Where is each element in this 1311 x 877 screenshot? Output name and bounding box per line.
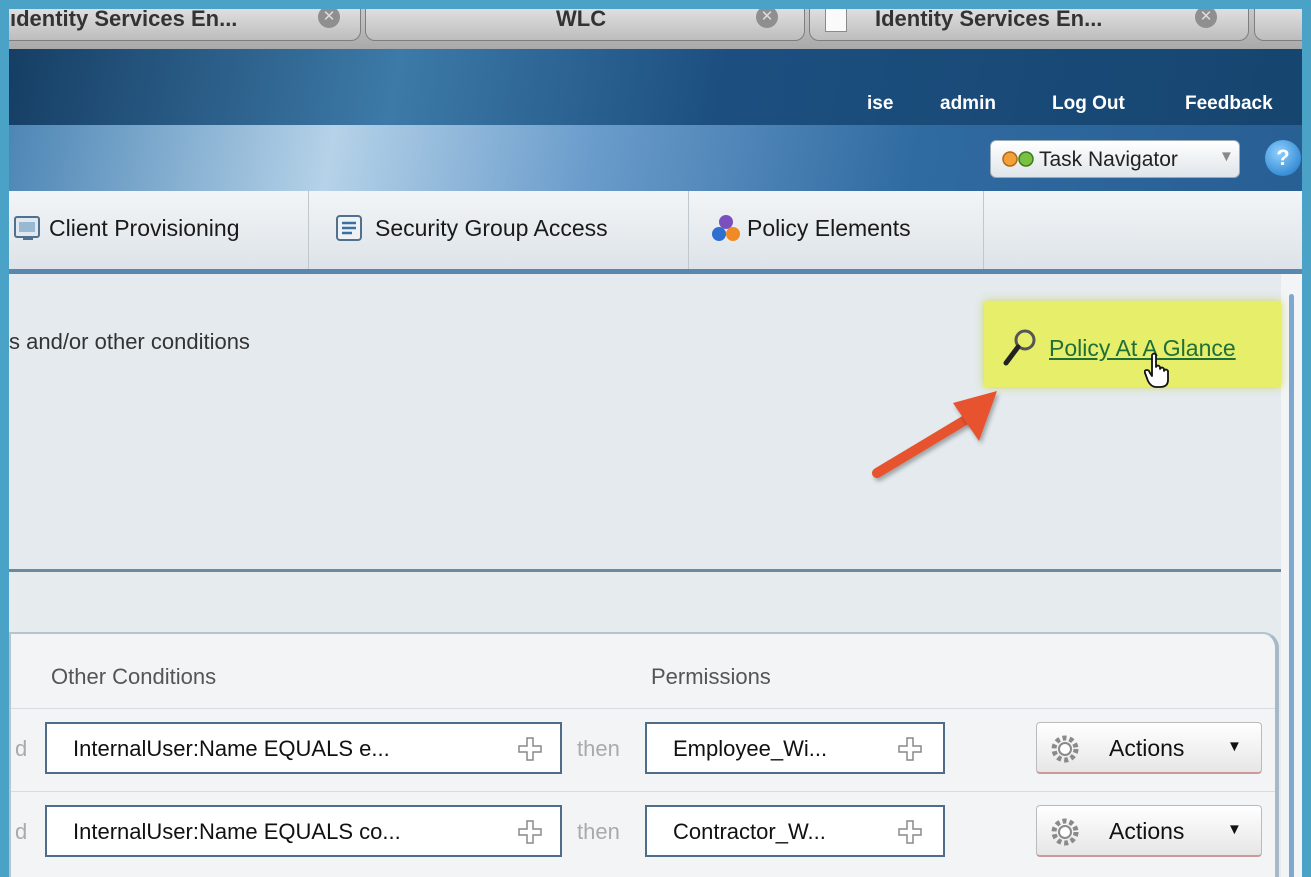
condition-field[interactable]: InternalUser:Name EQUALS co... — [45, 805, 562, 857]
permission-field[interactable]: Contractor_W... — [645, 805, 945, 857]
condition-field[interactable]: InternalUser:Name EQUALS e... — [45, 722, 562, 774]
logout-link[interactable]: Log Out — [1052, 93, 1125, 115]
condition-value: InternalUser:Name EQUALS co... — [73, 819, 401, 844]
gear-icon — [1051, 735, 1079, 763]
row-prefix: d — [15, 736, 28, 761]
add-permission-icon[interactable] — [897, 736, 923, 762]
hand-cursor-icon — [1144, 352, 1169, 388]
host-name-label: ise — [867, 93, 894, 114]
tab-security-group-access[interactable]: Security Group Access — [309, 191, 689, 269]
tab-label: Client Provisioning — [49, 215, 240, 241]
actions-button[interactable]: Actions ▼ — [1036, 805, 1262, 857]
policy-at-a-glance-highlight: Policy At A Glance — [984, 301, 1281, 388]
vertical-scrollbar[interactable] — [1281, 274, 1302, 877]
close-tab-icon[interactable]: ✕ — [318, 9, 340, 28]
page-description: s and/or other conditions — [9, 329, 250, 354]
scrollbar-track[interactable] — [1289, 294, 1294, 877]
permission-value: Contractor_W... — [673, 819, 826, 844]
browser-tab-4[interactable] — [1254, 9, 1302, 41]
add-permission-icon[interactable] — [897, 819, 923, 845]
policy-table: Other Conditions Permissions d InternalU… — [9, 632, 1279, 877]
gear-icon — [1051, 818, 1079, 846]
client-provisioning-icon — [14, 216, 40, 240]
chevron-down-icon: ▼ — [1227, 821, 1242, 838]
task-navigator-icon — [1002, 151, 1034, 167]
browser-tab-title: Identity Services En... — [875, 9, 1103, 31]
app-header: ise admin Log Out Feedback — [9, 49, 1302, 125]
policy-at-a-glance-link[interactable]: Policy At A Glance — [1049, 335, 1236, 362]
tab-client-provisioning[interactable]: Client Provisioning — [9, 191, 309, 269]
permission-value: Employee_Wi... — [673, 736, 828, 761]
actions-label: Actions — [1109, 735, 1185, 761]
browser-tab-strip: ıdentity Services En... ✕ WLC ✕ Identity… — [9, 9, 1302, 49]
tab-label: Policy Elements — [747, 215, 911, 241]
browser-tab-3[interactable]: Identity Services En... ✕ — [809, 9, 1249, 41]
actions-label: Actions — [1109, 818, 1185, 844]
browser-window: ıdentity Services En... ✕ WLC ✕ Identity… — [9, 9, 1302, 877]
actions-button[interactable]: Actions ▼ — [1036, 722, 1262, 774]
user-link[interactable]: admin — [940, 93, 996, 115]
magnifier-icon — [1003, 329, 1036, 366]
table-row: d InternalUser:Name EQUALS e... then Emp… — [11, 708, 1275, 787]
add-condition-icon[interactable] — [517, 736, 543, 762]
column-header-permissions: Permissions — [651, 664, 771, 689]
help-icon[interactable]: ? — [1265, 140, 1301, 176]
table-row: d InternalUser:Name EQUALS co... then Co… — [11, 791, 1275, 870]
browser-tab-title: ıdentity Services En... — [10, 9, 238, 31]
permission-field[interactable]: Employee_Wi... — [645, 722, 945, 774]
tab-label: Security Group Access — [375, 215, 608, 241]
browser-tab-1[interactable]: ıdentity Services En... ✕ — [9, 9, 361, 41]
chevron-down-icon: ▼ — [1227, 738, 1242, 755]
browser-tab-title: WLC — [556, 9, 607, 31]
row-prefix: d — [15, 819, 28, 844]
close-tab-icon[interactable]: ✕ — [1195, 9, 1217, 28]
annotation-arrow — [872, 391, 997, 478]
security-group-access-icon — [336, 215, 362, 241]
then-label: then — [577, 819, 620, 844]
tab-policy-elements[interactable]: Policy Elements — [689, 191, 984, 269]
header-toolbar: Task Navigator ▼ ? — [9, 125, 1302, 191]
add-condition-icon[interactable] — [517, 819, 543, 845]
then-label: then — [577, 736, 620, 761]
policy-elements-icon — [712, 215, 740, 241]
browser-tab-2[interactable]: WLC ✕ — [365, 9, 805, 41]
condition-value: InternalUser:Name EQUALS e... — [73, 736, 390, 761]
column-header-other-conditions: Other Conditions — [51, 664, 217, 689]
close-tab-icon[interactable]: ✕ — [756, 9, 778, 28]
task-navigator-label: Task Navigator — [1039, 148, 1178, 171]
task-navigator-dropdown[interactable]: Task Navigator ▼ — [990, 140, 1240, 178]
page-icon — [825, 9, 847, 32]
policy-nav-tabs: Client Provisioning Security Group Acces… — [9, 191, 1302, 274]
chevron-down-icon: ▼ — [1219, 148, 1234, 165]
feedback-link[interactable]: Feedback — [1185, 93, 1273, 115]
